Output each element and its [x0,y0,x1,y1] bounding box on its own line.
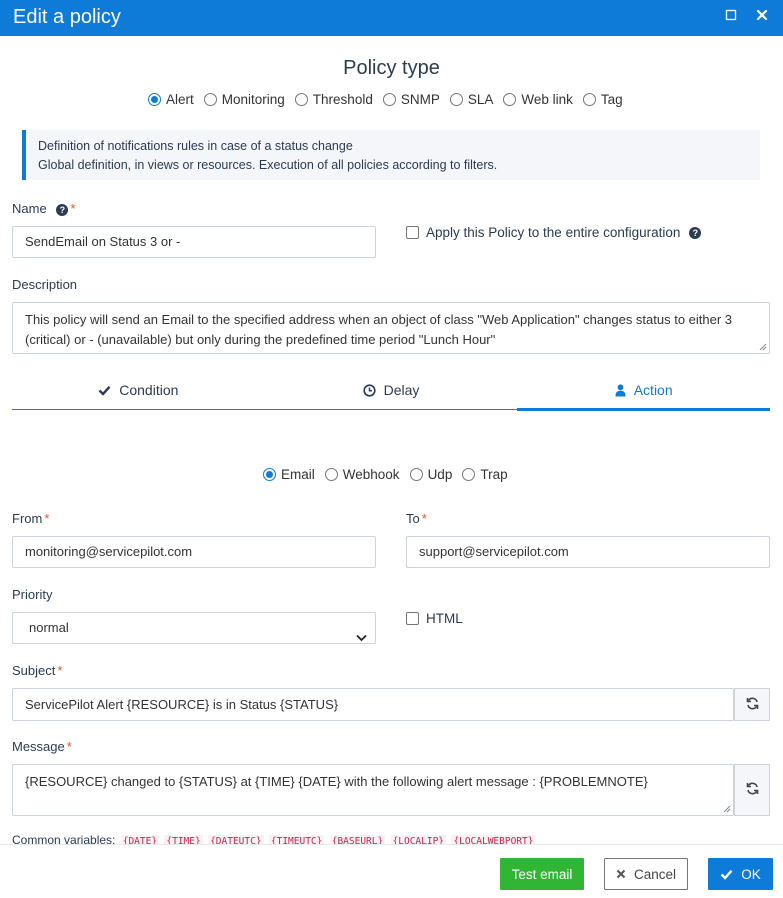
from-input[interactable]: monitoring@servicepilot.com [12,536,376,568]
policy-type-heading: Policy type [343,57,440,79]
variable-tag[interactable]: {TIME} [164,835,203,844]
html-checkbox[interactable] [406,612,419,625]
dialog-title: Edit a policy [13,6,121,28]
radio-udp[interactable] [409,468,423,481]
help-icon[interactable]: ? [56,204,69,216]
radio-monitoring[interactable] [203,93,217,106]
dialog-footer: Test email Cancel OK [0,844,783,898]
to-input[interactable]: support@servicepilot.com [406,536,770,568]
required-marker: * [66,739,72,754]
common-variables: Common variables: {DATE} {TIME} {DATEUTC… [12,833,536,844]
description-label: Description [12,277,78,292]
ok-button[interactable]: OK [708,858,773,890]
clock-icon [363,383,376,397]
refresh-icon [746,782,759,798]
chevron-down-icon [356,623,367,653]
tab-action[interactable]: Action [517,371,770,411]
action-type-trap[interactable]: Trap [462,467,508,482]
action-type-udp[interactable]: Udp [409,467,452,482]
action-type-radio-group: Email Webhook Udp Trap [263,467,518,482]
check-icon [98,385,111,396]
info-line-1: Definition of notifications rules in cas… [38,139,353,153]
radio-webhook[interactable] [324,468,338,481]
resize-handle-icon[interactable] [759,343,767,351]
variable-tag[interactable]: {DATEUTC} [208,835,264,844]
priority-select[interactable]: normal [12,612,376,644]
subject-input[interactable]: ServicePilot Alert {RESOURCE} is in Stat… [12,688,734,721]
description-textarea[interactable]: This policy will send an Email to the sp… [12,302,770,354]
policy-tabs: Condition Delay Action [12,371,770,411]
policy-type-web-link[interactable]: Web link [503,92,573,107]
radio-snmp[interactable] [382,93,396,106]
help-icon[interactable]: ? [689,226,702,239]
required-marker: * [421,511,427,526]
name-label: Name ? * [12,201,76,216]
refresh-icon [746,697,759,713]
priority-label: Priority [12,587,53,602]
variable-tag[interactable]: {TIMEUTC} [268,835,325,844]
radio-threshold[interactable] [294,93,308,106]
policy-type-snmp[interactable]: SNMP [382,92,440,107]
required-marker: * [57,663,63,678]
dialog-body: Policy type Alert Monitoring Threshold S… [0,36,783,844]
policy-type-monitoring[interactable]: Monitoring [203,92,285,107]
resize-handle-icon[interactable] [723,805,731,813]
message-refresh-button[interactable] [734,764,770,816]
test-email-button[interactable]: Test email [500,858,584,890]
variable-tag[interactable]: {DATE} [120,835,160,844]
radio-tag[interactable] [582,93,596,106]
subject-refresh-button[interactable] [734,688,770,721]
variable-tag[interactable]: {LOCALIP} [390,835,447,844]
tab-delay[interactable]: Delay [265,371,518,409]
apply-all-row: Apply this Policy to the entire configur… [406,225,702,240]
close-icon [616,869,626,879]
common-variables-label: Common variables: [12,833,116,844]
apply-all-checkbox[interactable] [406,226,419,239]
html-label[interactable]: HTML [426,611,463,626]
action-type-email[interactable]: Email [263,467,315,482]
dialog-titlebar: Edit a policy [0,0,783,36]
message-textarea[interactable]: {RESOURCE} changed to {STATUS} at {TIME}… [12,764,734,816]
to-label: To * [406,511,427,526]
policy-type-radio-group: Alert Monitoring Threshold SNMP SLA Web … [148,92,633,107]
check-icon [720,869,733,880]
policy-type-sla[interactable]: SLA [449,92,493,107]
radio-email[interactable] [263,468,276,481]
info-line-2: Global definition, in views or resources… [38,158,498,172]
subject-label: Subject * [12,663,63,678]
required-marker: * [70,201,76,216]
variable-tag[interactable]: {LOCALWEBPORT} [451,835,536,844]
policy-type-info: Definition of notifications rules in cas… [22,130,760,180]
policy-type-tag[interactable]: Tag [582,92,623,107]
maximize-icon[interactable] [725,9,739,23]
action-type-webhook[interactable]: Webhook [324,467,400,482]
policy-type-alert[interactable]: Alert [148,92,194,107]
from-label: From * [12,511,50,526]
html-row: HTML [406,611,463,626]
user-icon [615,383,626,397]
required-marker: * [44,511,50,526]
close-icon[interactable] [756,9,770,23]
variable-tag[interactable]: {BASEURL} [329,835,386,844]
radio-web-link[interactable] [503,93,517,106]
radio-alert[interactable] [148,93,161,106]
cancel-button[interactable]: Cancel [604,858,688,890]
radio-sla[interactable] [449,93,463,106]
policy-type-threshold[interactable]: Threshold [294,92,373,107]
apply-all-label[interactable]: Apply this Policy to the entire configur… [426,225,680,240]
tab-condition[interactable]: Condition [12,371,265,409]
radio-trap[interactable] [462,468,476,481]
message-label: Message * [12,739,72,754]
name-input[interactable]: SendEmail on Status 3 or - [12,226,376,258]
